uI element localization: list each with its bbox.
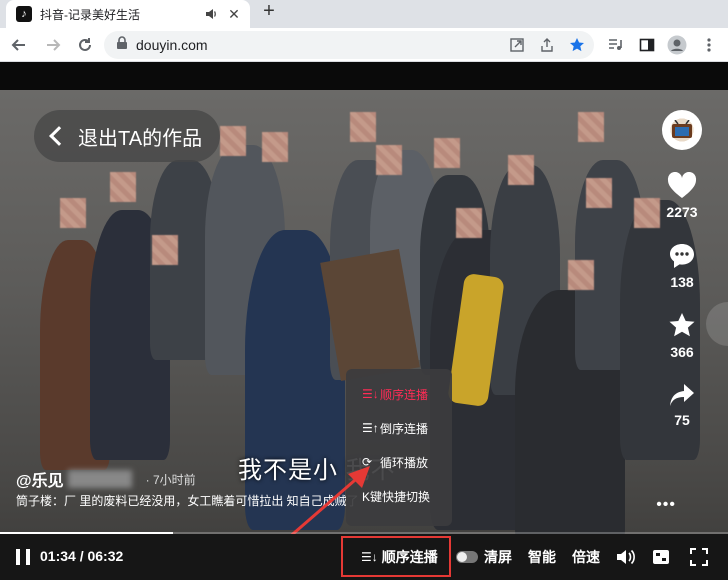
bookmark-star-icon[interactable] xyxy=(568,36,586,54)
forward-icon[interactable] xyxy=(42,34,64,56)
author-name[interactable]: @乐见 xyxy=(16,467,64,491)
speaker-icon[interactable] xyxy=(204,6,220,22)
address-bar[interactable]: douyin.com xyxy=(104,31,594,59)
side-panel-icon[interactable] xyxy=(636,34,658,56)
heart-icon xyxy=(667,172,697,198)
lock-icon[interactable] xyxy=(116,35,128,55)
menu-item-label: 循环播放 xyxy=(380,455,429,470)
clear-screen-toggle[interactable] xyxy=(456,551,478,563)
close-tab-icon[interactable]: ✕ xyxy=(226,6,242,22)
open-in-new-icon[interactable] xyxy=(508,36,526,54)
back-icon[interactable] xyxy=(8,34,30,56)
video-player[interactable]: 退出TA的作品 2273 138 366 75 我不是小 我不 @乐见 · 7小… xyxy=(0,62,728,580)
author-name-blurred xyxy=(67,470,132,488)
share-button[interactable]: 75 xyxy=(668,382,696,428)
favorite-count: 366 xyxy=(670,344,694,360)
author-info[interactable]: @乐见 · 7小时前 xyxy=(16,467,196,491)
comment-icon xyxy=(670,244,694,268)
share-arrow-icon xyxy=(670,384,694,406)
share-icon[interactable] xyxy=(538,36,556,54)
comment-button[interactable]: 138 xyxy=(668,242,696,290)
reload-icon[interactable] xyxy=(74,34,96,56)
browser-tab[interactable]: ♪ 抖音-记录美好生活 ✕ xyxy=(6,0,250,28)
url-text: douyin.com xyxy=(136,37,208,53)
menu-item-sequential[interactable]: ☰↓ 顺序连播 xyxy=(346,377,452,411)
fullscreen-icon[interactable] xyxy=(690,546,708,568)
tab-title: 抖音-记录美好生活 xyxy=(40,7,140,22)
browser-toolbar: douyin.com xyxy=(0,28,728,62)
time-display: 01:34 / 06:32 xyxy=(40,548,124,564)
action-rail: 2273 138 366 75 xyxy=(658,110,706,428)
menu-item-label: 倒序连播 xyxy=(380,421,429,436)
post-time: · 7小时前 xyxy=(145,472,196,487)
star-icon xyxy=(669,313,695,337)
media-control-icon[interactable] xyxy=(604,34,626,56)
player-controls: 01:34 / 06:32 ☰↓ 顺序连播 清屏 智能 倍速 xyxy=(0,534,728,580)
like-button[interactable]: 2273 xyxy=(666,172,698,220)
comment-count: 138 xyxy=(670,274,694,290)
more-options-icon[interactable]: ••• xyxy=(656,496,676,514)
picture-in-picture-icon[interactable] xyxy=(652,546,670,568)
menu-item-label: 顺序连播 xyxy=(380,387,429,402)
clear-screen-button[interactable]: 清屏 xyxy=(456,546,512,568)
tab-bar: ♪ 抖音-记录美好生活 ✕ + xyxy=(0,0,728,28)
author-avatar[interactable] xyxy=(662,110,702,150)
douyin-logo-icon: ♪ xyxy=(16,6,32,22)
menu-item-reverse[interactable]: ☰↑ 倒序连播 xyxy=(346,411,452,445)
clear-screen-label: 清屏 xyxy=(484,549,512,565)
volume-icon[interactable] xyxy=(616,546,636,568)
share-count: 75 xyxy=(674,412,690,428)
playback-order-button[interactable]: ☰↓ 顺序连播 xyxy=(341,536,451,577)
browser-menu-icon[interactable] xyxy=(698,34,720,56)
exit-author-works-button[interactable]: 退出TA的作品 xyxy=(34,110,220,162)
reverse-play-icon: ☰↑ xyxy=(362,421,379,435)
chevron-left-icon xyxy=(49,126,69,146)
speed-button[interactable]: 倍速 xyxy=(572,546,600,568)
sequential-play-icon: ☰↓ xyxy=(361,549,378,564)
pause-icon[interactable] xyxy=(16,549,30,565)
new-tab-button[interactable]: + xyxy=(257,0,281,22)
profile-avatar-icon[interactable] xyxy=(666,34,688,56)
playback-order-label: 顺序连播 xyxy=(381,548,438,565)
favorite-button[interactable]: 366 xyxy=(668,312,696,360)
smart-quality-button[interactable]: 智能 xyxy=(528,546,556,568)
exit-label: 退出TA的作品 xyxy=(78,127,203,150)
like-count: 2273 xyxy=(666,204,698,220)
sequential-play-icon: ☰↓ xyxy=(362,387,379,401)
